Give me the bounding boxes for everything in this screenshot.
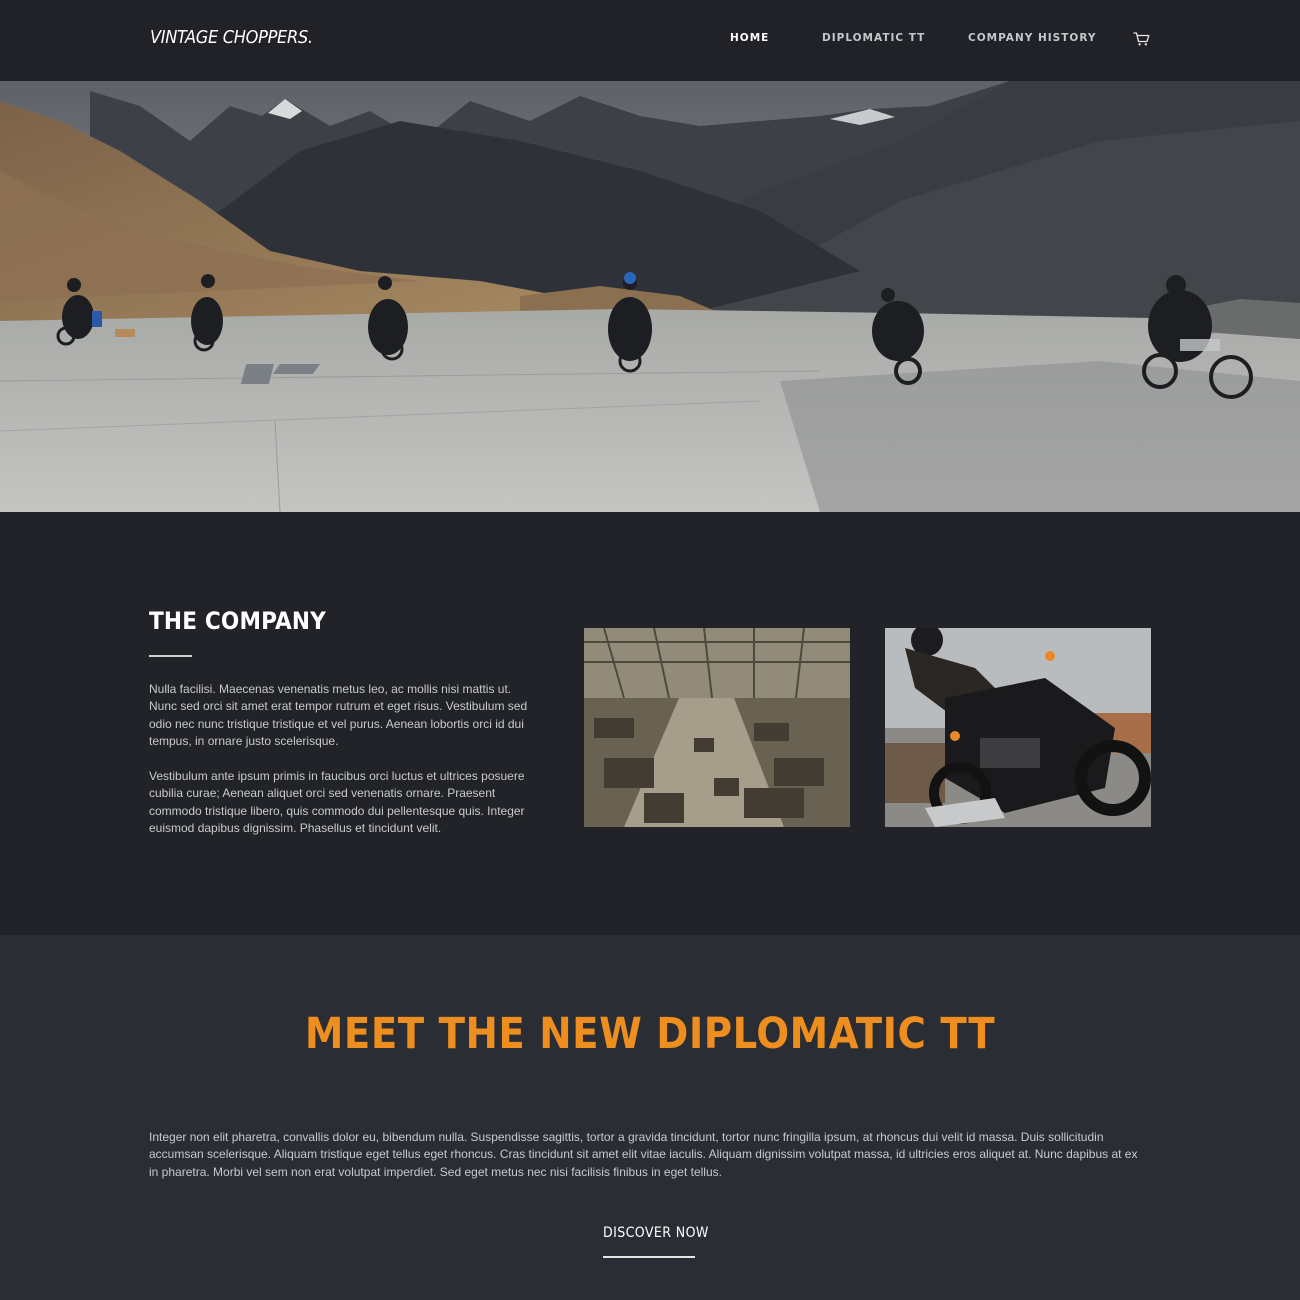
- discover-now-button[interactable]: DISCOVER NOW: [603, 1225, 709, 1241]
- nav-item-home[interactable]: HOME: [730, 32, 769, 44]
- nav-item-company-history[interactable]: COMPANY HISTORY: [968, 32, 1096, 44]
- company-paragraph: Vestibulum ante ipsum primis in faucibus…: [149, 769, 525, 836]
- riders-on-mountain-plateau-photo: [0, 81, 1300, 512]
- diplomatic-heading: MEET THE NEW DIPLOMATIC TT: [304, 1009, 996, 1059]
- company-section: THE COMPANY Nulla facilisi. Maecenas ven…: [0, 512, 1300, 935]
- site-logo[interactable]: VINTAGE CHOPPERS.: [150, 27, 313, 48]
- nav-item-diplomatic-tt[interactable]: DIPLOMATIC TT: [822, 32, 925, 44]
- company-title: THE COMPANY: [149, 607, 326, 635]
- diplomatic-section: MEET THE NEW DIPLOMATIC TT Integer non e…: [0, 935, 1300, 1300]
- cta-underline: [603, 1256, 695, 1258]
- hero-image: [0, 81, 1300, 512]
- rider-on-motorcycle-photo: [885, 628, 1151, 827]
- title-divider: [149, 655, 192, 657]
- company-paragraph: Nulla facilisi. Maecenas venenatis metus…: [149, 682, 528, 749]
- shopping-cart-icon[interactable]: [1133, 30, 1151, 48]
- site-header: VINTAGE CHOPPERS. HOME DIPLOMATIC TT COM…: [0, 0, 1300, 81]
- vintage-factory-photo: [584, 628, 850, 827]
- diplomatic-description: Integer non elit pharetra, convallis dol…: [149, 1130, 1138, 1179]
